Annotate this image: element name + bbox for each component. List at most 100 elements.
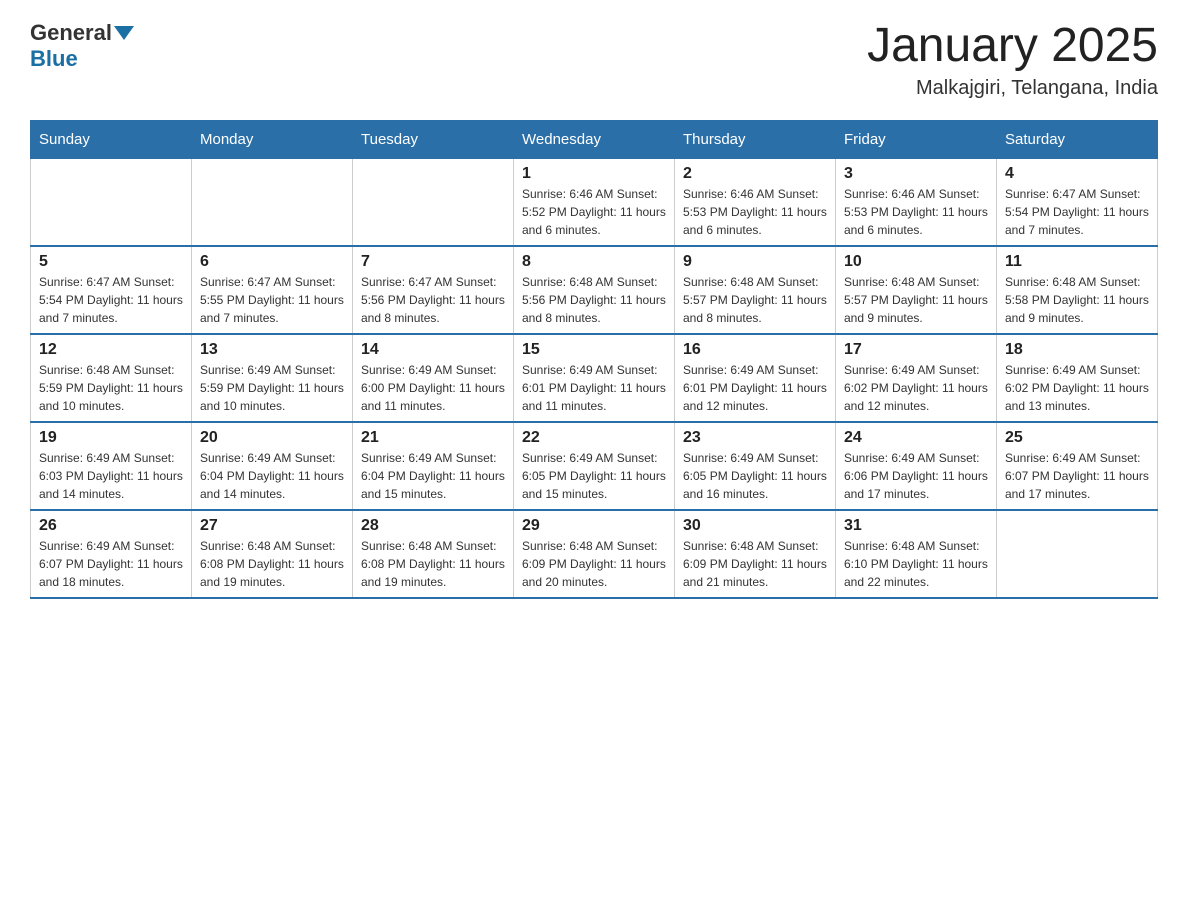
day-info: Sunrise: 6:49 AM Sunset: 6:06 PM Dayligh…: [844, 449, 988, 503]
day-number: 31: [844, 517, 988, 535]
day-info: Sunrise: 6:46 AM Sunset: 5:53 PM Dayligh…: [683, 185, 827, 239]
day-info: Sunrise: 6:49 AM Sunset: 6:07 PM Dayligh…: [39, 537, 183, 591]
calendar-week-row: 1Sunrise: 6:46 AM Sunset: 5:52 PM Daylig…: [31, 158, 1158, 246]
day-info: Sunrise: 6:49 AM Sunset: 6:04 PM Dayligh…: [361, 449, 505, 503]
calendar-cell: 30Sunrise: 6:48 AM Sunset: 6:09 PM Dayli…: [675, 510, 836, 598]
weekday-header-monday: Monday: [192, 120, 353, 158]
calendar-cell: 16Sunrise: 6:49 AM Sunset: 6:01 PM Dayli…: [675, 334, 836, 422]
day-info: Sunrise: 6:47 AM Sunset: 5:54 PM Dayligh…: [39, 273, 183, 327]
day-info: Sunrise: 6:49 AM Sunset: 6:01 PM Dayligh…: [522, 361, 666, 415]
calendar-header-row: SundayMondayTuesdayWednesdayThursdayFrid…: [31, 120, 1158, 158]
calendar-cell: 2 Sunrise: 6:46 AM Sunset: 5:53 PM Daylig…: [675, 158, 836, 246]
calendar-cell: 9Sunrise: 6:48 AM Sunset: 5:57 PM Daylig…: [675, 246, 836, 334]
day-number: 18: [1005, 341, 1149, 359]
day-number: 30: [683, 517, 827, 535]
calendar-cell: 27 Sunrise: 6:48 AM Sunset: 6:08 PM Dayli…: [192, 510, 353, 598]
calendar-cell: 13 Sunrise: 6:49 AM Sunset: 5:59 PM Dayli…: [192, 334, 353, 422]
logo-blue-text: Blue: [30, 46, 78, 71]
calendar-cell: 1Sunrise: 6:46 AM Sunset: 5:52 PM Daylig…: [514, 158, 675, 246]
day-info: Sunrise: 6:46 AM Sunset: 5:53 PM Dayligh…: [844, 185, 988, 239]
day-info: Sunrise: 6:48 AM Sunset: 6:08 PM Dayligh…: [200, 537, 344, 591]
calendar-cell: 15Sunrise: 6:49 AM Sunset: 6:01 PM Dayli…: [514, 334, 675, 422]
calendar-cell: 18Sunrise: 6:49 AM Sunset: 6:02 PM Dayli…: [997, 334, 1158, 422]
calendar-cell: 10 Sunrise: 6:48 AM Sunset: 5:57 PM Dayli…: [836, 246, 997, 334]
calendar-cell: 25 Sunrise: 6:49 AM Sunset: 6:07 PM Dayli…: [997, 422, 1158, 510]
day-number: 11: [1005, 253, 1149, 271]
day-number: 28: [361, 517, 505, 535]
day-number: 8: [522, 253, 666, 271]
weekday-header-thursday: Thursday: [675, 120, 836, 158]
day-number: 27: [200, 517, 344, 535]
day-info: Sunrise: 6:48 AM Sunset: 5:59 PM Dayligh…: [39, 361, 183, 415]
day-number: 20: [200, 429, 344, 447]
calendar-cell: 21 Sunrise: 6:49 AM Sunset: 6:04 PM Dayli…: [353, 422, 514, 510]
location-text: Malkajgiri, Telangana, India: [867, 77, 1158, 100]
weekday-header-tuesday: Tuesday: [353, 120, 514, 158]
calendar-cell: 7 Sunrise: 6:47 AM Sunset: 5:56 PM Daylig…: [353, 246, 514, 334]
day-info: Sunrise: 6:49 AM Sunset: 6:07 PM Dayligh…: [1005, 449, 1149, 503]
logo: General Blue: [30, 20, 136, 72]
calendar-cell: 3 Sunrise: 6:46 AM Sunset: 5:53 PM Daylig…: [836, 158, 997, 246]
day-number: 1: [522, 165, 666, 183]
day-number: 29: [522, 517, 666, 535]
day-number: 22: [522, 429, 666, 447]
day-number: 4: [1005, 165, 1149, 183]
logo-general-text: General: [30, 20, 112, 46]
page-header: General Blue January 2025 Malkajgiri, Te…: [30, 20, 1158, 100]
calendar-cell: [997, 510, 1158, 598]
day-info: Sunrise: 6:49 AM Sunset: 6:02 PM Dayligh…: [844, 361, 988, 415]
calendar-week-row: 19 Sunrise: 6:49 AM Sunset: 6:03 PM Dayli…: [31, 422, 1158, 510]
calendar-cell: 24 Sunrise: 6:49 AM Sunset: 6:06 PM Dayli…: [836, 422, 997, 510]
calendar-cell: 12 Sunrise: 6:48 AM Sunset: 5:59 PM Dayli…: [31, 334, 192, 422]
day-info: Sunrise: 6:48 AM Sunset: 5:58 PM Dayligh…: [1005, 273, 1149, 327]
calendar-week-row: 26 Sunrise: 6:49 AM Sunset: 6:07 PM Dayli…: [31, 510, 1158, 598]
weekday-header-friday: Friday: [836, 120, 997, 158]
day-info: Sunrise: 6:48 AM Sunset: 5:56 PM Dayligh…: [522, 273, 666, 327]
calendar-cell: 22Sunrise: 6:49 AM Sunset: 6:05 PM Dayli…: [514, 422, 675, 510]
day-number: 14: [361, 341, 505, 359]
day-info: Sunrise: 6:48 AM Sunset: 6:10 PM Dayligh…: [844, 537, 988, 591]
title-block: January 2025 Malkajgiri, Telangana, Indi…: [867, 20, 1158, 100]
day-info: Sunrise: 6:49 AM Sunset: 6:05 PM Dayligh…: [683, 449, 827, 503]
day-info: Sunrise: 6:49 AM Sunset: 6:01 PM Dayligh…: [683, 361, 827, 415]
calendar-cell: 11 Sunrise: 6:48 AM Sunset: 5:58 PM Dayli…: [997, 246, 1158, 334]
calendar-cell: 19 Sunrise: 6:49 AM Sunset: 6:03 PM Dayli…: [31, 422, 192, 510]
day-number: 6: [200, 253, 344, 271]
day-number: 12: [39, 341, 183, 359]
day-number: 24: [844, 429, 988, 447]
day-info: Sunrise: 6:48 AM Sunset: 5:57 PM Dayligh…: [844, 273, 988, 327]
day-number: 2: [683, 165, 827, 183]
day-info: Sunrise: 6:47 AM Sunset: 5:56 PM Dayligh…: [361, 273, 505, 327]
calendar-cell: [192, 158, 353, 246]
calendar-cell: 17 Sunrise: 6:49 AM Sunset: 6:02 PM Dayli…: [836, 334, 997, 422]
day-number: 25: [1005, 429, 1149, 447]
day-number: 23: [683, 429, 827, 447]
day-number: 10: [844, 253, 988, 271]
day-number: 26: [39, 517, 183, 535]
calendar-cell: 4 Sunrise: 6:47 AM Sunset: 5:54 PM Daylig…: [997, 158, 1158, 246]
day-number: 21: [361, 429, 505, 447]
day-number: 17: [844, 341, 988, 359]
day-number: 19: [39, 429, 183, 447]
calendar-week-row: 12 Sunrise: 6:48 AM Sunset: 5:59 PM Dayli…: [31, 334, 1158, 422]
logo-arrow-icon: [114, 26, 134, 40]
day-number: 9: [683, 253, 827, 271]
day-number: 3: [844, 165, 988, 183]
calendar-week-row: 5Sunrise: 6:47 AM Sunset: 5:54 PM Daylig…: [31, 246, 1158, 334]
calendar-cell: 6 Sunrise: 6:47 AM Sunset: 5:55 PM Daylig…: [192, 246, 353, 334]
day-number: 13: [200, 341, 344, 359]
day-info: Sunrise: 6:49 AM Sunset: 5:59 PM Dayligh…: [200, 361, 344, 415]
day-info: Sunrise: 6:48 AM Sunset: 6:09 PM Dayligh…: [522, 537, 666, 591]
calendar-cell: [31, 158, 192, 246]
day-info: Sunrise: 6:49 AM Sunset: 6:00 PM Dayligh…: [361, 361, 505, 415]
weekday-header-saturday: Saturday: [997, 120, 1158, 158]
day-number: 7: [361, 253, 505, 271]
calendar-table: SundayMondayTuesdayWednesdayThursdayFrid…: [30, 120, 1158, 599]
calendar-cell: [353, 158, 514, 246]
calendar-cell: 23 Sunrise: 6:49 AM Sunset: 6:05 PM Dayli…: [675, 422, 836, 510]
day-info: Sunrise: 6:47 AM Sunset: 5:54 PM Dayligh…: [1005, 185, 1149, 239]
calendar-cell: 29 Sunrise: 6:48 AM Sunset: 6:09 PM Dayli…: [514, 510, 675, 598]
calendar-cell: 14 Sunrise: 6:49 AM Sunset: 6:00 PM Dayli…: [353, 334, 514, 422]
day-info: Sunrise: 6:49 AM Sunset: 6:03 PM Dayligh…: [39, 449, 183, 503]
day-info: Sunrise: 6:47 AM Sunset: 5:55 PM Dayligh…: [200, 273, 344, 327]
